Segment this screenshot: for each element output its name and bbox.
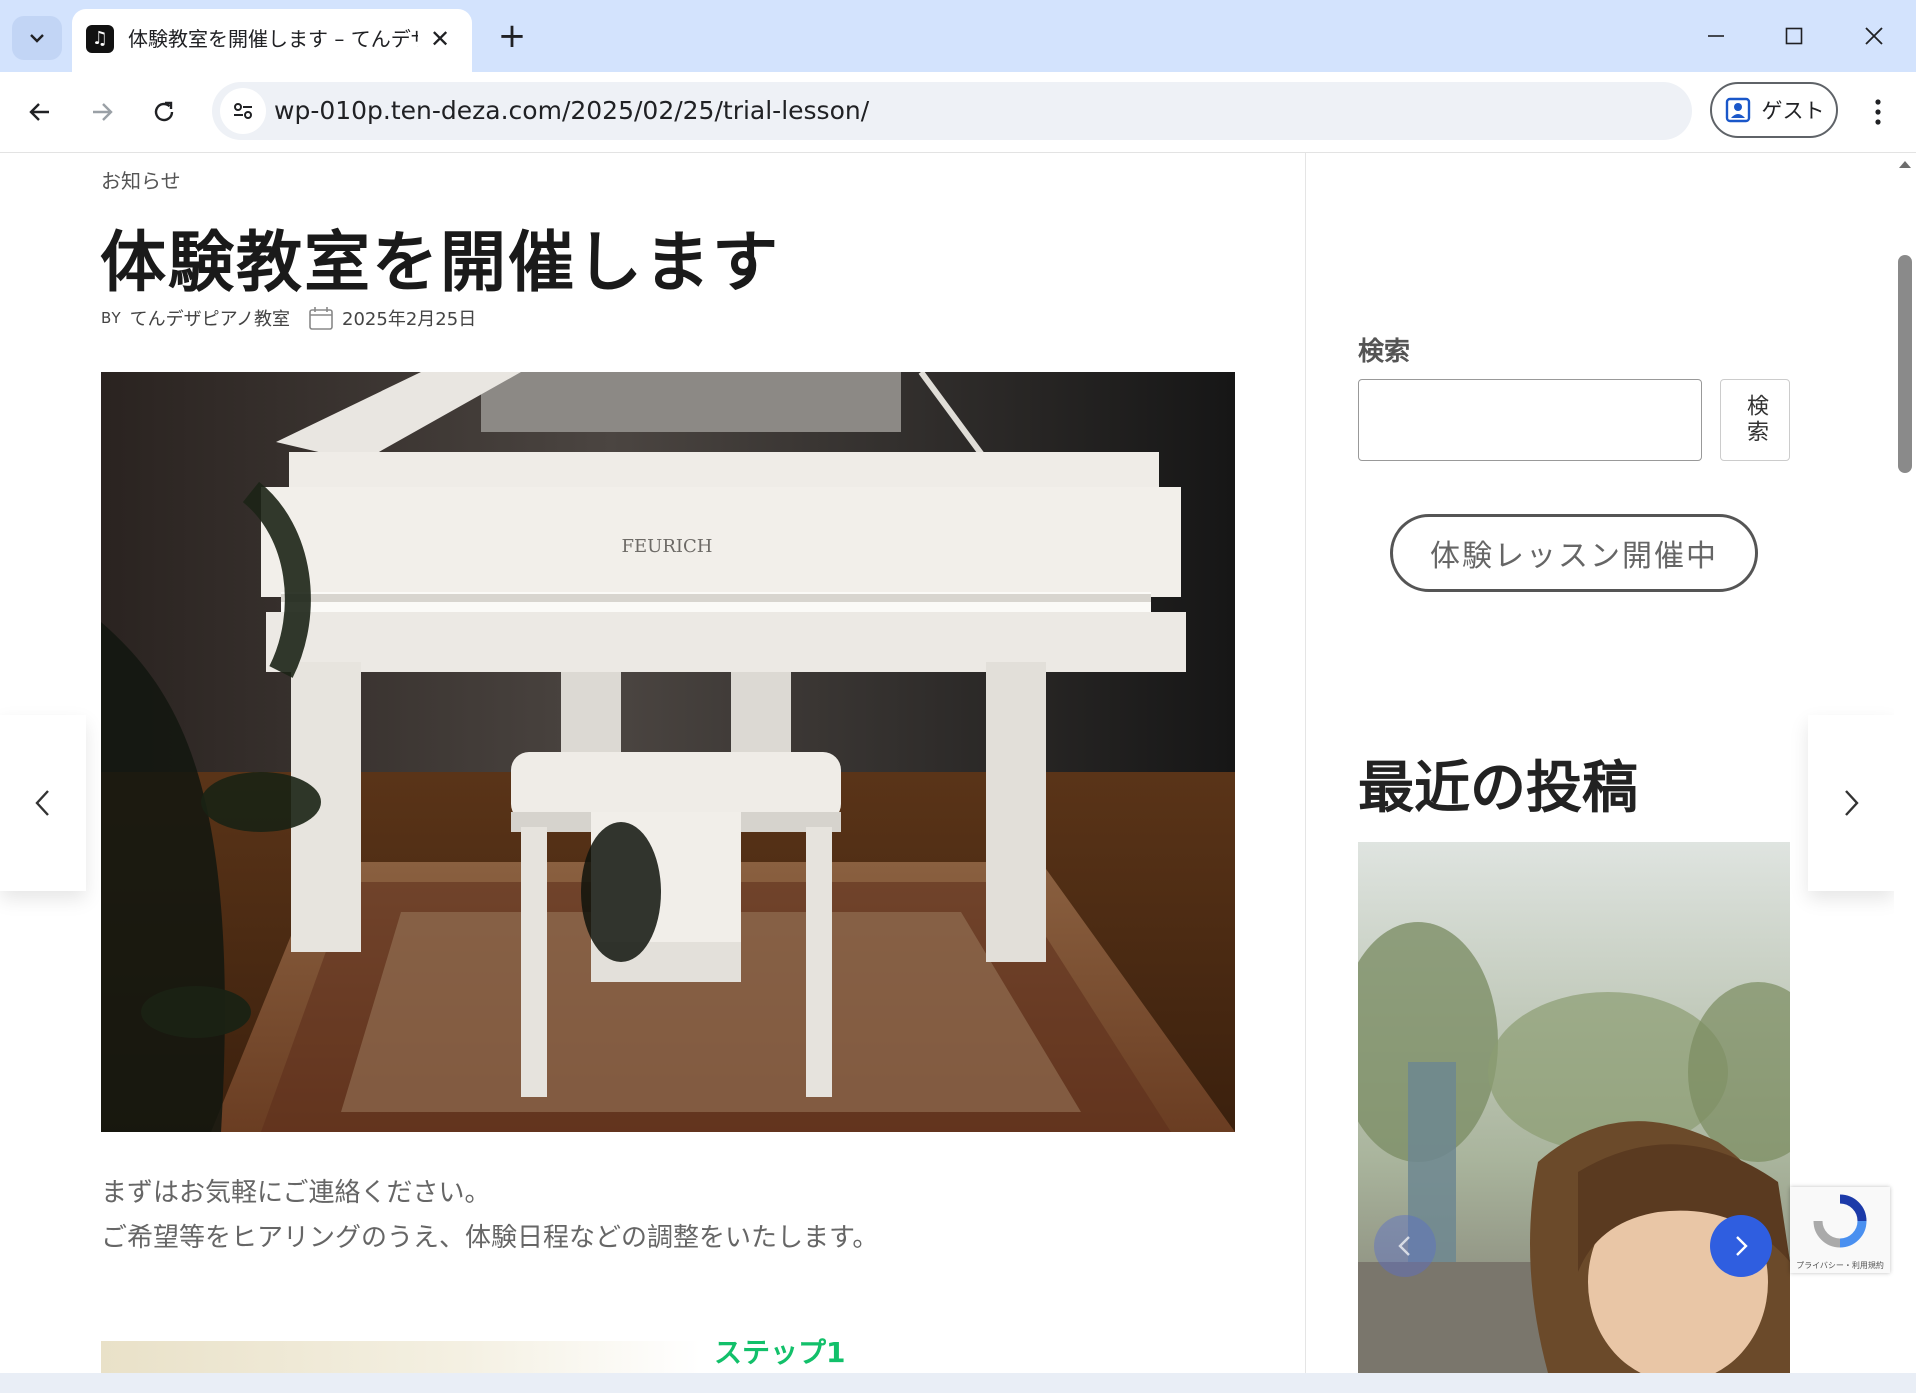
- post-meta: BY てんデザピアノ教室 2025年2月25日: [101, 305, 476, 331]
- recent-prev-button[interactable]: [1374, 1215, 1436, 1277]
- taskbar-strip: [0, 1373, 1916, 1393]
- scroll-thumb[interactable]: [1898, 255, 1912, 473]
- forward-button[interactable]: [80, 90, 124, 134]
- prev-post-arrow[interactable]: [0, 715, 86, 891]
- scroll-up-icon: [1899, 161, 1911, 168]
- close-icon: [1865, 27, 1883, 45]
- profile-button[interactable]: ゲスト: [1710, 82, 1838, 138]
- minimize-button[interactable]: [1686, 14, 1746, 58]
- recaptcha-badge[interactable]: プライバシー・利用規約: [1790, 1187, 1890, 1273]
- piano-illustration: FEURICH: [101, 372, 1235, 1132]
- post-body: まずはお気軽にご連絡ください。 ご希望等をヒアリングのうえ、体験日程などの調整を…: [101, 1171, 878, 1261]
- tab-bar: ♫ 体験教室を開催します – てんデザピアノ教室 ✕ +: [0, 0, 1916, 72]
- active-tab[interactable]: ♫ 体験教室を開催します – てんデザピアノ教室 ✕: [72, 9, 472, 72]
- page-scrollbar[interactable]: [1894, 153, 1916, 1373]
- step-heading: ステップ1: [714, 1336, 846, 1369]
- recaptcha-icon: [1813, 1194, 1867, 1248]
- back-button[interactable]: [18, 90, 62, 134]
- maximize-icon: [1785, 27, 1803, 45]
- hero-image: FEURICH: [101, 372, 1235, 1132]
- browser-toolbar: wp-010p.ten-deza.com/2025/02/25/trial-le…: [0, 72, 1916, 153]
- search-label: 検索: [1358, 337, 1411, 367]
- step-image: [101, 1341, 701, 1373]
- profile-label: ゲスト: [1761, 99, 1825, 123]
- new-tab-button[interactable]: +: [490, 14, 534, 58]
- chevron-right-icon: [1736, 1236, 1748, 1256]
- post-author[interactable]: てんデザピアノ教室: [130, 305, 290, 331]
- body-line-1: まずはお気軽にご連絡ください。: [101, 1178, 491, 1208]
- post-title: 体験教室を開催します: [100, 224, 780, 301]
- recent-next-button[interactable]: [1710, 1215, 1772, 1277]
- search-input[interactable]: [1358, 379, 1702, 461]
- minimize-icon: [1708, 35, 1724, 37]
- by-label: BY: [101, 309, 122, 327]
- music-note-icon: ♫: [86, 25, 114, 53]
- recent-post-image[interactable]: [1358, 842, 1790, 1373]
- recaptcha-text[interactable]: プライバシー・利用規約: [1790, 1260, 1890, 1271]
- tune-icon: [234, 103, 252, 119]
- person-icon: [1725, 97, 1750, 123]
- content-divider: [1305, 153, 1306, 1373]
- girl-photo-illustration: [1358, 842, 1790, 1373]
- address-bar[interactable]: wp-010p.ten-deza.com/2025/02/25/trial-le…: [212, 82, 1692, 140]
- close-tab-icon[interactable]: ✕: [422, 21, 458, 57]
- close-window-button[interactable]: [1844, 14, 1904, 58]
- tab-search-button[interactable]: [12, 16, 62, 60]
- tab-title: 体験教室を開催します – てんデザピアノ教室: [128, 27, 418, 51]
- post-category[interactable]: お知らせ: [101, 165, 181, 194]
- browser-menu-button[interactable]: [1858, 90, 1898, 134]
- piano-brand-text: FEURICH: [622, 536, 713, 557]
- kebab-menu-icon: [1875, 99, 1881, 125]
- chevron-left-icon: [35, 790, 49, 816]
- page-viewport: お知らせ 体験教室を開催します BY てんデザピアノ教室 2025年2月25日: [0, 153, 1916, 1373]
- site-info-button[interactable]: [220, 88, 266, 134]
- reload-button[interactable]: [142, 90, 186, 134]
- post-date: 2025年2月25日: [342, 309, 477, 330]
- arrow-right-icon: [93, 103, 113, 121]
- body-line-2: ご希望等をヒアリングのうえ、体験日程などの調整をいたします。: [101, 1223, 879, 1253]
- trial-lesson-button[interactable]: 体験レッスン開催中: [1390, 514, 1758, 592]
- arrow-left-icon: [29, 103, 49, 121]
- search-button[interactable]: 検索: [1720, 379, 1790, 461]
- chevron-down-icon: [30, 34, 44, 43]
- url-text[interactable]: wp-010p.ten-deza.com/2025/02/25/trial-le…: [274, 82, 869, 140]
- calendar-icon: [309, 307, 333, 330]
- chevron-left-icon: [1398, 1236, 1410, 1256]
- recent-posts-title: 最近の投稿: [1358, 756, 1638, 821]
- maximize-button[interactable]: [1764, 14, 1824, 58]
- reload-icon: [154, 101, 174, 122]
- chevron-right-icon: [1845, 790, 1859, 816]
- next-post-arrow[interactable]: [1808, 715, 1894, 891]
